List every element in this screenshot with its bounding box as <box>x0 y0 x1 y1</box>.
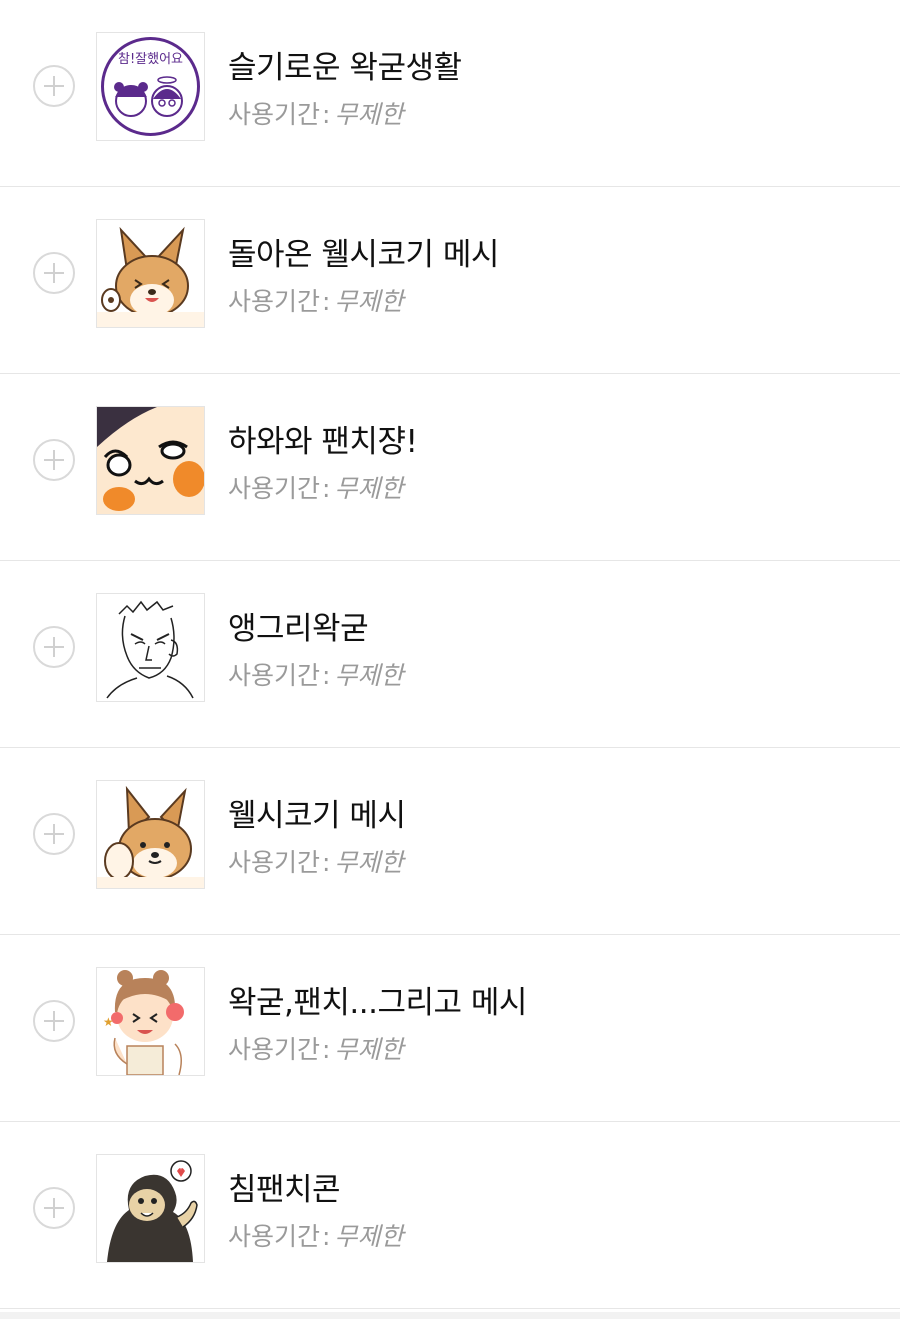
period-label: 사용기간 <box>228 1035 321 1064</box>
item-period: 사용기간: 무제한 <box>228 843 403 879</box>
chimpanzee-icon <box>96 1154 205 1263</box>
period-separator: : <box>322 661 331 690</box>
item-title: 슬기로운 왁굳생활 <box>228 50 462 86</box>
period-value: 무제한 <box>334 848 404 877</box>
sticker-list: 참!잘했어요 슬기로운 왁굳생활 사용기간: 무제한 돌아온 웰시코기 메시 사… <box>0 0 900 1309</box>
corgi-icon <box>96 780 205 889</box>
period-label: 사용기간 <box>228 100 321 129</box>
period-value: 무제한 <box>334 1035 404 1064</box>
item-title: 왁굳,팬치...그리고 메시 <box>228 985 527 1021</box>
period-separator: : <box>322 1035 331 1064</box>
blush-face-icon <box>96 406 205 515</box>
list-item: 돌아온 웰시코기 메시 사용기간: 무제한 <box>0 187 900 374</box>
item-title: 침팬치콘 <box>228 1172 341 1208</box>
list-item: 하와와 팬치쟝! 사용기간: 무제한 <box>0 374 900 561</box>
period-label: 사용기간 <box>228 287 321 316</box>
period-value: 무제한 <box>334 287 404 316</box>
list-item: 앵그리왁굳 사용기간: 무제한 <box>0 561 900 748</box>
item-period: 사용기간: 무제한 <box>228 95 403 131</box>
item-period: 사용기간: 무제한 <box>228 1030 403 1066</box>
list-item: 침팬치콘 사용기간: 무제한 <box>0 1122 900 1309</box>
list-item: 웰시코기 메시 사용기간: 무제한 <box>0 748 900 935</box>
add-circle-icon[interactable] <box>33 65 75 107</box>
add-circle-icon[interactable] <box>33 252 75 294</box>
item-title: 앵그리왁굳 <box>228 611 369 647</box>
item-period: 사용기간: 무제한 <box>228 1217 403 1253</box>
period-value: 무제한 <box>334 1222 404 1251</box>
period-label: 사용기간 <box>228 474 321 503</box>
item-title: 돌아온 웰시코기 메시 <box>228 237 499 273</box>
list-item: 참!잘했어요 슬기로운 왁굳생활 사용기간: 무제한 <box>0 0 900 187</box>
stamp-text: 참!잘했어요 <box>118 51 183 67</box>
item-period: 사용기간: 무제한 <box>228 469 403 505</box>
headset-kid-icon: ★ <box>96 967 205 1076</box>
list-bottom-divider <box>0 1312 900 1319</box>
add-circle-icon[interactable] <box>33 1000 75 1042</box>
period-separator: : <box>322 287 331 316</box>
purple-stamp-icon: 참!잘했어요 <box>96 32 205 141</box>
item-title: 웰시코기 메시 <box>228 798 406 834</box>
item-period: 사용기간: 무제한 <box>228 656 403 692</box>
period-separator: : <box>322 848 331 877</box>
period-separator: : <box>322 474 331 503</box>
svg-text:★: ★ <box>103 1015 114 1029</box>
add-circle-icon[interactable] <box>33 813 75 855</box>
period-label: 사용기간 <box>228 661 321 690</box>
period-separator: : <box>322 1222 331 1251</box>
period-label: 사용기간 <box>228 848 321 877</box>
add-circle-icon[interactable] <box>33 1187 75 1229</box>
period-separator: : <box>322 100 331 129</box>
item-period: 사용기간: 무제한 <box>228 282 403 318</box>
list-item: ★ 왁굳,팬치...그리고 메시 사용기간: 무제한 <box>0 935 900 1122</box>
add-circle-icon[interactable] <box>33 439 75 481</box>
period-value: 무제한 <box>334 474 404 503</box>
corgi-wave-icon <box>96 219 205 328</box>
period-value: 무제한 <box>334 661 404 690</box>
item-title: 하와와 팬치쟝! <box>228 424 418 460</box>
period-label: 사용기간 <box>228 1222 321 1251</box>
angry-sketch-icon <box>96 593 205 702</box>
period-value: 무제한 <box>334 100 404 129</box>
add-circle-icon[interactable] <box>33 626 75 668</box>
